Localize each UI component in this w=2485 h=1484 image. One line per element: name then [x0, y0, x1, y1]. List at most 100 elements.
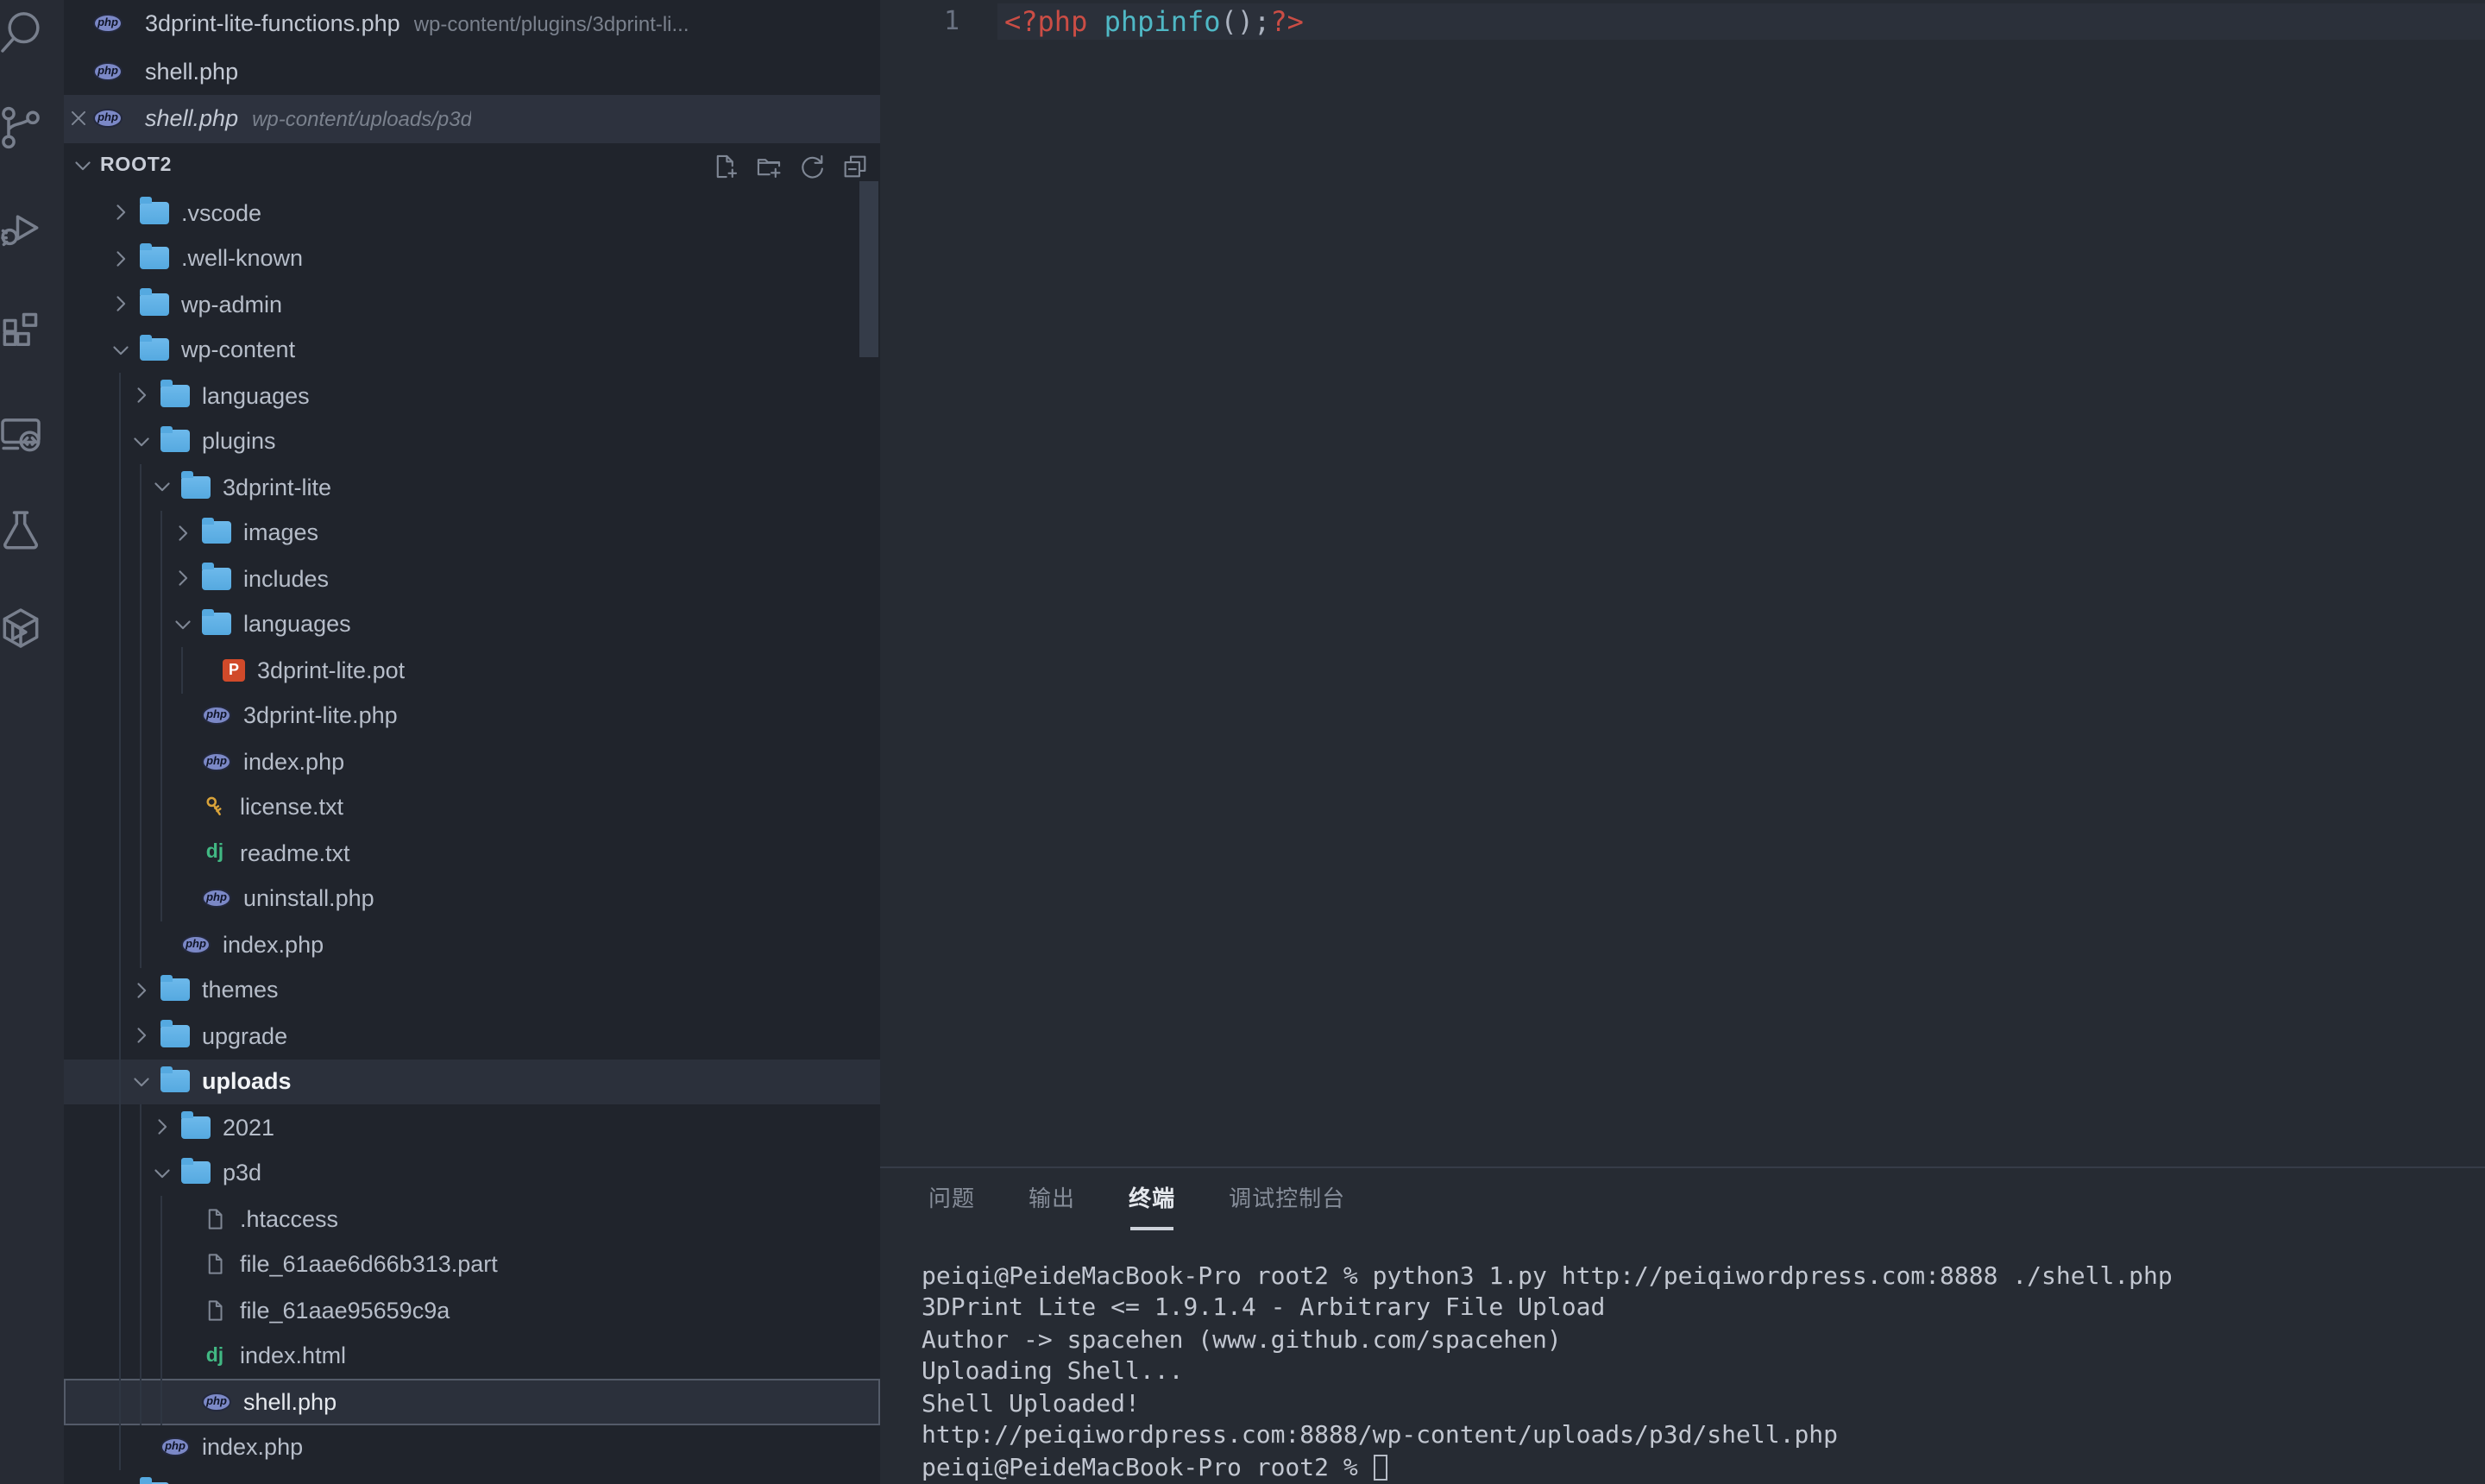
explorer-section-header[interactable]: ROOT2: [64, 142, 880, 190]
open-editor-name: shell.php: [145, 59, 238, 85]
php-icon: php: [181, 935, 211, 954]
new-file-icon[interactable]: [711, 152, 740, 181]
file-icon: [202, 1206, 228, 1232]
folder-icon: [181, 1116, 211, 1139]
folder-icon: [202, 613, 231, 636]
open-editor-item[interactable]: phpshell.phpwp-content/uploads/p3d: [64, 95, 880, 142]
indent-guide: [140, 1379, 142, 1424]
indent-guide: [140, 921, 142, 967]
indent-guide: [119, 1150, 121, 1196]
tree-row[interactable]: P3dprint-lite.pot: [64, 647, 880, 693]
open-editor-item[interactable]: phpshell.php: [64, 47, 880, 95]
tree-row[interactable]: .htaccess: [64, 1196, 880, 1242]
run-debug-icon[interactable]: [0, 204, 45, 252]
chevron-right-icon: [109, 201, 133, 225]
tree-row[interactable]: languages: [64, 373, 880, 418]
tree-item-label: uploads: [202, 1069, 292, 1095]
code-token: ();: [1221, 5, 1271, 38]
tree-row[interactable]: plugins: [64, 418, 880, 464]
tree-row[interactable]: .vscode: [64, 190, 880, 236]
indent-guide: [140, 556, 142, 601]
key-icon: [202, 795, 228, 821]
tree-row[interactable]: file_61aae6d66b313.part: [64, 1242, 880, 1287]
indent-guide: [140, 1196, 142, 1242]
new-folder-icon[interactable]: [754, 152, 783, 181]
editor[interactable]: 1 <?php phpinfo();?> Aa ab .* 无结果: [880, 0, 2485, 1166]
tree-row[interactable]: languages: [64, 601, 880, 647]
twisty-spacer: [171, 795, 195, 820]
indent-guide: [160, 1379, 162, 1424]
chevron-down-icon: [129, 1070, 154, 1094]
indent-guide: [119, 693, 121, 739]
tree-row[interactable]: themes: [64, 967, 880, 1013]
panel-tab[interactable]: 调试控制台: [1227, 1170, 1347, 1223]
php-icon: php: [202, 707, 231, 726]
php-icon: php: [202, 890, 231, 909]
indent-guide: [160, 876, 162, 921]
testing-icon[interactable]: [0, 506, 45, 554]
close-icon[interactable]: [67, 108, 90, 130]
indent-guide: [160, 1196, 162, 1242]
extensions-icon[interactable]: [0, 305, 45, 354]
tree-row[interactable]: 2021: [64, 1104, 880, 1150]
indent-guide: [119, 1104, 121, 1150]
tree-row[interactable]: php3dprint-lite.php: [64, 693, 880, 739]
tree-item-label: readme.txt: [240, 840, 350, 866]
terminal-output[interactable]: peiqi@PeideMacBook-Pro root2 % python3 1…: [922, 1261, 2471, 1484]
indent-guide: [160, 1333, 162, 1379]
tree-row[interactable]: djindex.html: [64, 1333, 880, 1379]
tree-row[interactable]: upgrade: [64, 1013, 880, 1059]
tree-row[interactable]: 3dprint-lite: [64, 464, 880, 510]
tree-row[interactable]: wp-content: [64, 327, 880, 373]
file-icon: [202, 1252, 228, 1278]
tree-row[interactable]: wp-admin: [64, 281, 880, 327]
chevron-down-icon: [171, 613, 195, 637]
panel-tab[interactable]: 问题: [927, 1170, 977, 1223]
indent-guide: [119, 739, 121, 784]
tree-row[interactable]: includes: [64, 556, 880, 601]
folder-icon: [202, 522, 231, 544]
search-icon[interactable]: [0, 9, 45, 57]
tree-row[interactable]: phpshell.php: [64, 1379, 880, 1424]
open-editor-path: wp-content/uploads/p3d: [252, 107, 472, 131]
tree-item-label: uninstall.php: [243, 886, 374, 912]
tree-row[interactable]: p3d: [64, 1150, 880, 1196]
tree-row[interactable]: images: [64, 510, 880, 556]
folder-icon: [160, 979, 190, 1002]
open-editor-item[interactable]: php3dprint-lite-functions.phpwp-content/…: [64, 0, 880, 47]
collapse-folders-icon[interactable]: [840, 152, 870, 181]
code-token: <?php: [1004, 5, 1087, 38]
indent-guide: [119, 967, 121, 1013]
open-editor-name: 3dprint-lite-functions.php: [145, 11, 400, 37]
twisty-spacer: [171, 750, 195, 774]
tree-row[interactable]: php uninstall.php: [64, 876, 880, 921]
remote-explorer-icon[interactable]: [0, 409, 45, 457]
chevron-right-icon: [171, 567, 195, 591]
indent-guide: [119, 1196, 121, 1242]
indent-guide: [119, 1013, 121, 1059]
tree-item-label: file_61aae95659c9a: [240, 1298, 450, 1324]
tree-row[interactable]: djreadme.txt: [64, 830, 880, 876]
package-icon[interactable]: [0, 604, 45, 652]
tree-row[interactable]: phpindex.php: [64, 739, 880, 784]
twisty-spacer: [192, 658, 216, 682]
source-control-icon[interactable]: [0, 104, 45, 152]
tree-row[interactable]: file_61aae95659c9a: [64, 1287, 880, 1333]
tree-row[interactable]: license.txt: [64, 784, 880, 830]
panel-tab[interactable]: 终端: [1127, 1170, 1177, 1223]
indent-guide: [119, 1424, 121, 1470]
indent-guide: [160, 739, 162, 784]
tree-item-label: index.html: [240, 1343, 346, 1369]
sidebar-scrollbar[interactable]: [859, 181, 878, 357]
tree-row[interactable]: .well-known: [64, 236, 880, 281]
tree-row[interactable]: phpindex.php: [64, 1424, 880, 1470]
code-token: [1087, 5, 1104, 38]
twisty-spacer: [171, 841, 195, 865]
tree-row[interactable]: phpindex.php: [64, 921, 880, 967]
indent-guide: [140, 601, 142, 647]
vscode-window: php 3dprint-lite-functions.php wp-content/…: [0, 0, 2485, 1484]
refresh-explorer-icon[interactable]: [797, 152, 827, 181]
tree-row[interactable]: wp-includes: [64, 1470, 880, 1484]
panel-tab[interactable]: 输出: [1027, 1170, 1077, 1223]
tree-row[interactable]: uploads: [64, 1059, 880, 1104]
